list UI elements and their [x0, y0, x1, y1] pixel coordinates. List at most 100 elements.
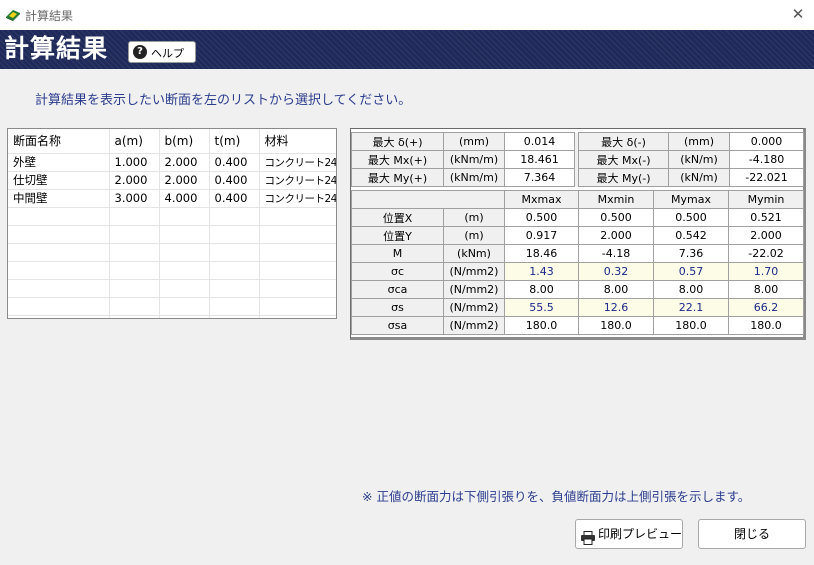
results-header-row: Mxmax Mxmin Mymax Mymin: [351, 190, 804, 209]
results-table: Mxmax Mxmin Mymax Mymin 位置X (m) 0.500 0.…: [351, 190, 804, 335]
result-value: 0.542: [653, 226, 729, 245]
result-value: 0.917: [504, 226, 579, 245]
print-preview-button[interactable]: 印刷プレビュー: [575, 519, 683, 549]
row-label: σs: [351, 298, 444, 317]
result-value: 18.46: [504, 244, 579, 263]
section-name: 中間壁: [8, 189, 110, 208]
summary-value: 0.000: [729, 132, 804, 151]
section-row[interactable]: 外壁 1.000 2.000 0.400 コンクリート24: [8, 153, 336, 172]
printer-icon: [580, 527, 596, 545]
summary-unit: (kNm/m): [443, 150, 505, 169]
section-material: コンクリート24: [259, 171, 336, 190]
section-row[interactable]: 中間壁 3.000 4.000 0.400 コンクリート24: [8, 189, 336, 208]
section-t: 0.400: [209, 171, 260, 190]
summary-value: 7.364: [504, 168, 575, 187]
results-row: 位置X (m) 0.500 0.500 0.500 0.521: [351, 208, 804, 227]
row-unit: (N/mm2): [443, 262, 505, 281]
result-value: 180.0: [578, 316, 654, 335]
column-header: Mxmax: [504, 190, 579, 209]
summary-row: 最大 δ(+) (mm) 0.014 最大 δ(-) (mm) 0.000: [351, 132, 804, 151]
summary-unit: (kNm/m): [443, 168, 505, 187]
empty-row: [8, 225, 336, 244]
empty-row: [8, 207, 336, 226]
result-value: 8.00: [728, 280, 804, 299]
summary-unit: (kN/m): [668, 168, 730, 187]
row-label: 位置X: [351, 208, 444, 227]
section-list[interactable]: 断面名称 a(m) b(m) t(m) 材料 外壁 1.000 2.000 0.…: [7, 128, 337, 319]
column-header: 材料: [259, 129, 336, 154]
summary-row: 最大 Mx(+) (kNm/m) 18.461 最大 Mx(-) (kN/m) …: [351, 150, 804, 169]
window-title: 計算結果: [25, 9, 74, 23]
empty-row: [8, 279, 336, 298]
section-b: 2.000: [159, 153, 210, 172]
empty-row: [8, 243, 336, 262]
section-a: 3.000: [109, 189, 160, 208]
results-row: σca (N/mm2) 8.00 8.00 8.00 8.00: [351, 280, 804, 299]
column-header: b(m): [159, 129, 210, 154]
section-t: 0.400: [209, 153, 260, 172]
section-b: 4.000: [159, 189, 210, 208]
help-label: ヘルプ: [151, 47, 184, 60]
summary-value: 0.014: [504, 132, 575, 151]
row-unit: (N/mm2): [443, 298, 505, 317]
column-header: a(m): [109, 129, 160, 154]
section-name: 仕切壁: [8, 171, 110, 190]
result-value: 12.6: [578, 298, 654, 317]
section-row[interactable]: 仕切壁 2.000 2.000 0.400 コンクリート24: [8, 171, 336, 190]
row-unit: (N/mm2): [443, 316, 505, 335]
result-value: 8.00: [504, 280, 579, 299]
result-value: 180.0: [653, 316, 729, 335]
row-unit: (m): [443, 226, 505, 245]
result-value: 7.36: [653, 244, 729, 263]
title-bar: 計算結果 ✕: [0, 0, 814, 30]
result-value: 0.500: [578, 208, 654, 227]
section-a: 2.000: [109, 171, 160, 190]
header-banner: 計算結果 ? ヘルプ: [0, 30, 814, 69]
column-header: Mymax: [653, 190, 729, 209]
section-t: 0.400: [209, 189, 260, 208]
result-value: 22.1: [653, 298, 729, 317]
print-preview-label: 印刷プレビュー: [598, 527, 683, 541]
summary-unit: (kN/m): [668, 150, 730, 169]
summary-unit: (mm): [668, 132, 730, 151]
result-value: 180.0: [504, 316, 579, 335]
result-value: 2.000: [728, 226, 804, 245]
column-header: Mymin: [728, 190, 804, 209]
section-b: 2.000: [159, 171, 210, 190]
summary-unit: (mm): [443, 132, 505, 151]
section-a: 1.000: [109, 153, 160, 172]
result-value: 0.57: [653, 262, 729, 281]
row-label: σca: [351, 280, 444, 299]
section-name: 外壁: [8, 153, 110, 172]
summary-label: 最大 My(-): [578, 168, 669, 187]
result-value: 180.0: [728, 316, 804, 335]
summary-label: 最大 My(+): [351, 168, 444, 187]
summary-value: 18.461: [504, 150, 575, 169]
column-header: Mxmin: [578, 190, 654, 209]
result-value: 8.00: [578, 280, 654, 299]
row-label: σc: [351, 262, 444, 281]
close-button[interactable]: 閉じる: [698, 519, 806, 549]
row-label: σsa: [351, 316, 444, 335]
result-value: 8.00: [653, 280, 729, 299]
summary-value: -4.180: [729, 150, 804, 169]
summary-table: 最大 δ(+) (mm) 0.014 最大 δ(-) (mm) 0.000 最大…: [351, 132, 804, 187]
close-icon[interactable]: ✕: [788, 4, 808, 24]
empty-row: [8, 261, 336, 280]
page-title: 計算結果: [4, 34, 109, 63]
result-value: 1.43: [504, 262, 579, 281]
result-value: 0.500: [653, 208, 729, 227]
instruction-text: 計算結果を表示したい断面を左のリストから選択してください。: [35, 93, 412, 108]
result-value: 2.000: [578, 226, 654, 245]
row-unit: (m): [443, 208, 505, 227]
result-value: 0.521: [728, 208, 804, 227]
result-value: -22.02: [728, 244, 804, 263]
section-list-header: 断面名称 a(m) b(m) t(m) 材料: [8, 129, 336, 154]
result-panel: 最大 δ(+) (mm) 0.014 最大 δ(-) (mm) 0.000 最大…: [350, 128, 806, 340]
sign-convention-note: ※ 正値の断面力は下側引張りを、負値断面力は上側引張を示します。: [362, 489, 751, 504]
summary-value: -22.021: [729, 168, 804, 187]
help-button[interactable]: ? ヘルプ: [128, 41, 196, 63]
results-row: σc (N/mm2) 1.43 0.32 0.57 1.70: [351, 262, 804, 281]
summary-label: 最大 δ(-): [578, 132, 669, 151]
results-row: σs (N/mm2) 55.5 12.6 22.1 66.2: [351, 298, 804, 317]
